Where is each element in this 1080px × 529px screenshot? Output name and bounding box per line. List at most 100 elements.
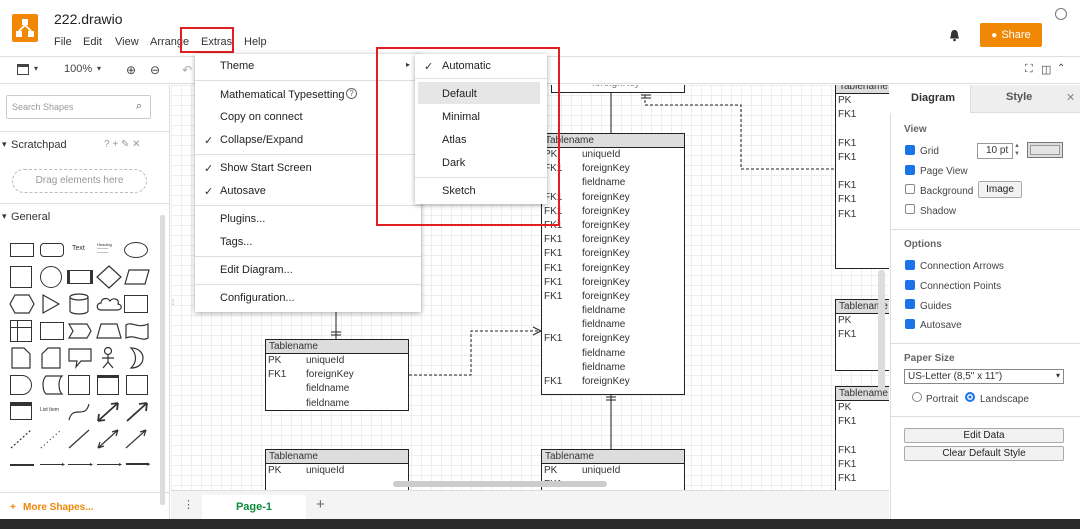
landscape-radio[interactable] [965, 392, 975, 402]
tab-diagram[interactable]: Diagram [890, 85, 970, 113]
er-table-top[interactable]: foreignKey [551, 85, 685, 93]
format-panel-icon[interactable] [17, 64, 29, 75]
search-icon[interactable]: ⌕ [136, 100, 142, 113]
portrait-radio[interactable] [912, 392, 922, 402]
scratchpad-actions[interactable]: ? + ✎ ✕ [104, 139, 141, 150]
collapse-icon[interactable]: ⌃ [1057, 63, 1065, 74]
tab-page-1[interactable]: Page-1 [202, 495, 306, 519]
menu-item-configuration[interactable]: Configuration... [220, 292, 295, 304]
step-shape[interactable] [67, 322, 93, 340]
er-table-right-1[interactable]: Tablename PK FK1 FK1 FK1 FK1 FK1 FK1 [835, 85, 889, 269]
rounded-rectangle-shape[interactable] [40, 243, 64, 257]
scratchpad-drop-zone[interactable]: Drag elements here [12, 169, 147, 193]
chevron-down-icon[interactable]: ▾ [2, 211, 7, 222]
menu-item-tags[interactable]: Tags... [220, 236, 252, 248]
menu-item-autosave[interactable]: Autosave [220, 185, 266, 197]
scratchpad-header[interactable]: Scratchpad [11, 139, 67, 151]
bidirectional-arrow-shape[interactable] [95, 400, 121, 424]
menu-file[interactable]: File [54, 36, 72, 48]
diamond-shape[interactable] [95, 264, 123, 290]
connector-shape[interactable] [97, 464, 119, 465]
help-icon[interactable]: ? [346, 88, 357, 99]
internal-storage-shape[interactable] [124, 295, 148, 313]
tab-style[interactable]: Style [970, 85, 1062, 113]
dashed-line-shape[interactable] [9, 428, 33, 450]
text-shape[interactable]: Text [72, 245, 85, 252]
circle-shape[interactable] [40, 266, 62, 288]
er-table-bottom-left[interactable]: Tablename PK uniqueId [265, 449, 409, 490]
triangle-shape[interactable] [40, 293, 62, 315]
page-view-checkbox[interactable] [905, 165, 915, 175]
fit-icon[interactable]: ⛶ [1025, 63, 1033, 76]
arrow-shape[interactable] [124, 400, 150, 424]
callout-shape[interactable] [67, 347, 93, 369]
square-shape-2[interactable] [68, 375, 90, 395]
horizontal-scrollbar[interactable] [393, 481, 607, 487]
share-button[interactable]: ● Share [980, 23, 1042, 47]
square-shape[interactable] [10, 266, 32, 288]
bidirectional-connector-shape[interactable] [96, 428, 120, 450]
list-shape[interactable] [10, 402, 32, 420]
line-shape[interactable] [67, 428, 91, 450]
menu-item-start-screen[interactable]: Show Start Screen [220, 162, 312, 174]
stepper-icon[interactable]: ▲ ▼ [1014, 142, 1020, 158]
sidebar-scrollbar[interactable] [160, 215, 165, 505]
chevron-down-icon[interactable]: ▾ [2, 139, 7, 150]
link-shape[interactable] [40, 464, 62, 465]
delay-shape[interactable] [10, 375, 32, 395]
menu-item-plugins[interactable]: Plugins... [220, 213, 265, 225]
more-shapes-link[interactable]: More Shapes... [23, 502, 94, 513]
zoom-out-icon[interactable]: ⊖ [150, 63, 160, 77]
tape-shape[interactable] [124, 320, 150, 342]
cloud-shape[interactable] [95, 294, 123, 314]
table-shape[interactable] [10, 320, 32, 342]
dotted-line-shape[interactable] [39, 428, 63, 450]
bold-connector-shape[interactable] [126, 463, 148, 465]
er-table-left[interactable]: Tablename PK uniqueId FK1 foreignKey field… [265, 339, 409, 411]
chevron-down-icon[interactable]: ▾ [34, 64, 38, 73]
connection-arrows-checkbox[interactable] [905, 260, 915, 270]
menu-help[interactable]: Help [244, 36, 267, 48]
general-header[interactable]: General [11, 211, 50, 223]
autosave-checkbox[interactable] [905, 319, 915, 329]
image-button[interactable]: Image [978, 181, 1022, 198]
thick-line-shape[interactable] [10, 464, 34, 466]
more-vertical-icon[interactable]: ⋮ [183, 498, 194, 511]
menu-item-copy-on-connect[interactable]: Copy on connect [220, 111, 303, 123]
hexagon-shape[interactable] [9, 293, 35, 315]
actor-shape[interactable] [98, 346, 118, 370]
list-item-shape[interactable]: List Item [40, 407, 59, 413]
container-shape[interactable] [97, 375, 119, 395]
grid-size-input[interactable]: 10 pt [977, 143, 1013, 159]
background-checkbox[interactable] [905, 184, 915, 194]
arrow-line-shape[interactable] [68, 464, 90, 465]
curve-shape[interactable] [67, 400, 91, 424]
menu-edit[interactable]: Edit [83, 36, 102, 48]
cylinder-shape[interactable] [68, 292, 90, 316]
paper-size-select[interactable]: US-Letter (8,5" x 11") ▾ [904, 369, 1064, 384]
resize-handle-icon[interactable]: ⁞ [172, 298, 174, 307]
menu-item-math[interactable]: Mathematical Typesetting [220, 89, 345, 101]
card-shape[interactable] [40, 346, 62, 370]
rectangle-shape-2[interactable] [126, 375, 148, 395]
shadow-checkbox[interactable] [905, 204, 915, 214]
data-storage-shape[interactable] [40, 374, 64, 396]
menu-view[interactable]: View [115, 36, 139, 48]
plus-icon[interactable]: + [10, 502, 16, 513]
vertical-scrollbar[interactable] [878, 270, 885, 390]
close-icon[interactable]: ✕ [1062, 85, 1080, 113]
grid-color-button[interactable] [1027, 142, 1063, 158]
menu-item-edit-diagram[interactable]: Edit Diagram... [220, 264, 293, 276]
ellipse-shape[interactable] [124, 242, 148, 258]
globe-icon[interactable] [1055, 8, 1067, 20]
panel-toggle-icon[interactable]: ◫ [1041, 63, 1051, 76]
document-title[interactable]: 222.drawio [54, 11, 123, 27]
rectangle-shape[interactable] [10, 243, 34, 257]
zoom-select[interactable]: 100% [64, 63, 92, 75]
parallelogram-shape[interactable] [123, 268, 151, 286]
er-table-right-3[interactable]: Tablename PK FK1 FK1 FK1 FK1 [835, 386, 889, 490]
edit-data-button[interactable]: Edit Data [904, 428, 1064, 443]
er-table-main[interactable]: Tablename PK uniqueId FK1 foreignKey field… [541, 133, 685, 395]
note-shape[interactable] [10, 346, 32, 370]
menu-item-theme[interactable]: Theme [220, 60, 254, 72]
